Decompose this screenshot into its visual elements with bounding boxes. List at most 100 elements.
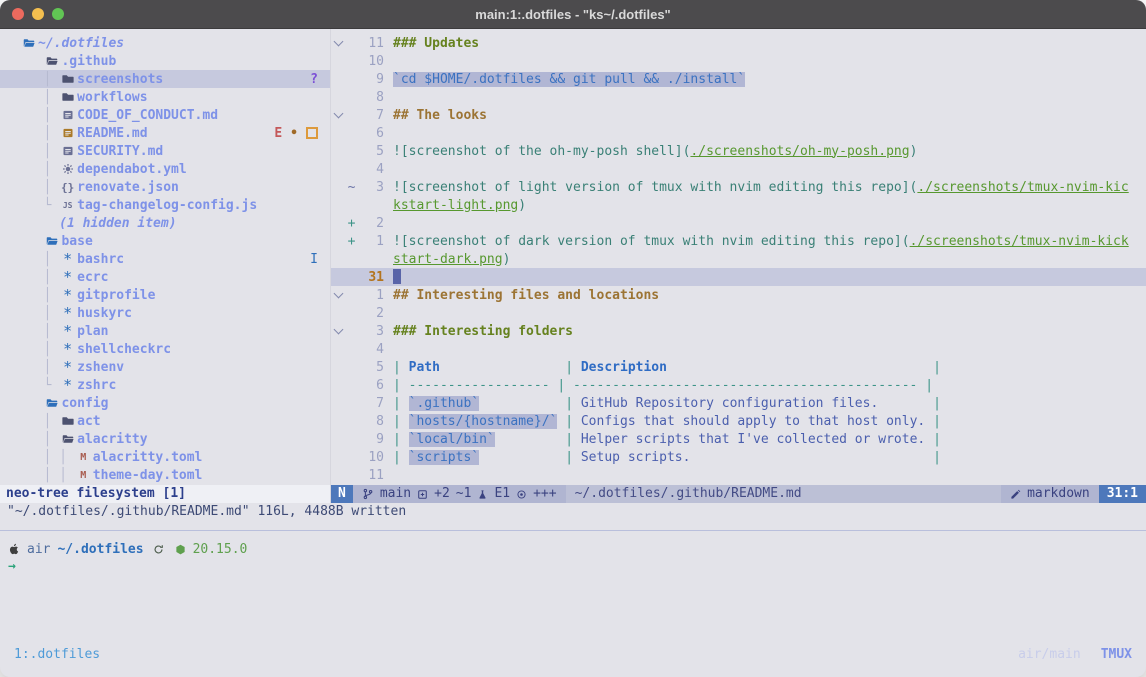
indent-guides: │: [20, 144, 59, 159]
tmux-window[interactable]: 1:.dotfiles: [14, 646, 100, 664]
tree-item-dependabot-yml[interactable]: │ dependabot.yml: [0, 160, 330, 178]
status-badge: •: [290, 126, 298, 141]
tree-item-label: (1 hidden item): [59, 216, 176, 231]
folder-open-icon: [43, 55, 60, 67]
folder-icon: [59, 73, 76, 85]
tree-item-readme-md[interactable]: │ README.mdE•: [0, 124, 330, 142]
diff-added: +2: [434, 485, 450, 503]
editor-line[interactable]: 3### Interesting folders: [331, 322, 1146, 340]
line-text: | `hosts/{hostname}/` | Configs that sho…: [384, 414, 1146, 429]
editor-line[interactable]: 9| `local/bin` | Helper scripts that I'v…: [331, 430, 1146, 448]
editor-line[interactable]: 1## Interesting files and locations: [331, 286, 1146, 304]
editor-line[interactable]: kstart-light.png): [331, 196, 1146, 214]
editor-line[interactable]: 8: [331, 88, 1146, 106]
folder-icon: [59, 415, 76, 427]
line-text: ### Interesting folders: [384, 324, 1146, 339]
tree-item-renovate-json[interactable]: │ {}renovate.json: [0, 178, 330, 196]
editor-line[interactable]: +2: [331, 214, 1146, 232]
tmux-statusbar: 1:.dotfiles air/main TMUX: [0, 646, 1146, 664]
cursor: [393, 269, 401, 284]
tree-item-screenshots[interactable]: │ screenshots?: [0, 70, 330, 88]
terminal-input-line[interactable]: →: [8, 558, 1146, 576]
tree-item-label: base: [61, 234, 92, 249]
folder-open-icon: [59, 433, 76, 445]
command-line-message: "~/.dotfiles/.github/README.md" 116L, 44…: [0, 503, 1146, 521]
filetype-label: markdown: [1027, 485, 1090, 503]
js-icon: JS: [59, 201, 76, 210]
terminal-window: main:1:.dotfiles - "ks~/.dotfiles" ~/.do…: [0, 0, 1146, 677]
tree-item-shellcheckrc[interactable]: │ *shellcheckrc: [0, 340, 330, 358]
tree-item-security-md[interactable]: │ SECURITY.md: [0, 142, 330, 160]
editor-line[interactable]: 2: [331, 304, 1146, 322]
editor-line[interactable]: 8| `hosts/{hostname}/` | Configs that sh…: [331, 412, 1146, 430]
line-number: 10: [358, 450, 384, 465]
editor-line[interactable]: 5| Path | Description |: [331, 358, 1146, 376]
editor-line[interactable]: 10: [331, 52, 1146, 70]
tree-item-gitprofile[interactable]: │ *gitprofile: [0, 286, 330, 304]
tree-item-code-of-conduct-md[interactable]: │ CODE_OF_CONDUCT.md: [0, 106, 330, 124]
line-number: 11: [358, 36, 384, 51]
indent-guides: │: [20, 270, 59, 285]
tmux-session: air/main: [1018, 646, 1081, 664]
node-version: 20.15.0: [193, 542, 248, 557]
editor-line[interactable]: 6| ------------------ | ----------------…: [331, 376, 1146, 394]
editor-line[interactable]: 31: [331, 268, 1146, 286]
tree-item-ecrc[interactable]: │ *ecrc: [0, 268, 330, 286]
tree-item-dotfiles[interactable]: ~/.dotfiles: [0, 34, 330, 52]
editor-line[interactable]: 6: [331, 124, 1146, 142]
git-branch-icon: [362, 488, 374, 500]
tree-item-alacritty[interactable]: │ alacritty: [0, 430, 330, 448]
tree-item-zshenv[interactable]: │ *zshenv: [0, 358, 330, 376]
line-number: 3: [358, 324, 384, 339]
tree-item-plan[interactable]: │ *plan: [0, 322, 330, 340]
tmux-label: TMUX: [1101, 646, 1132, 664]
tree-item-base[interactable]: base: [0, 232, 330, 250]
shell-pane[interactable]: air ~/.dotfiles 20.15.0 →: [0, 521, 1146, 646]
tree-item-config[interactable]: config: [0, 394, 330, 412]
editor-line[interactable]: 9`cd $HOME/.dotfiles && git pull && ./in…: [331, 70, 1146, 88]
tree-item-zshrc[interactable]: └ *zshrc: [0, 376, 330, 394]
editor-line[interactable]: 4: [331, 160, 1146, 178]
line-text: | `scripts` | Setup scripts. |: [384, 450, 1146, 465]
indent-guides: │: [20, 342, 59, 357]
tree-item-label: renovate.json: [77, 180, 179, 195]
tree-item-tag-changelog-config-js[interactable]: └ JStag-changelog-config.js: [0, 196, 330, 214]
indent-guides: [20, 54, 43, 69]
minimize-button[interactable]: [32, 8, 44, 20]
editor-line[interactable]: start-dark.png): [331, 250, 1146, 268]
line-text: ## The looks: [384, 108, 1146, 123]
tree-item-github[interactable]: .github: [0, 52, 330, 70]
maximize-button[interactable]: [52, 8, 64, 20]
git-sign: +: [345, 234, 358, 249]
editor-line[interactable]: 11: [331, 466, 1146, 484]
flask-icon: [477, 489, 488, 500]
tree-item-huskyrc[interactable]: │ *huskyrc: [0, 304, 330, 322]
tree-item-alacritty-toml[interactable]: │ │ Malacritty.toml: [0, 448, 330, 466]
tree-item-theme-day-toml[interactable]: │ │ Mtheme-day.toml: [0, 466, 330, 484]
indent-guides: [20, 234, 43, 249]
line-number: 9: [358, 432, 384, 447]
editor-line[interactable]: 11### Updates: [331, 34, 1146, 52]
editor-line[interactable]: 10| `scripts` | Setup scripts. |: [331, 448, 1146, 466]
indent-guides: │: [20, 126, 59, 141]
tree-item-bashrc[interactable]: │ *bashrcI: [0, 250, 330, 268]
editor-line[interactable]: 7| `.github` | GitHub Repository configu…: [331, 394, 1146, 412]
fold-chevron-icon[interactable]: [331, 41, 345, 45]
fold-chevron-icon[interactable]: [331, 113, 345, 117]
editor-line[interactable]: +1![screenshot of dark version of tmux w…: [331, 232, 1146, 250]
line-number: 6: [358, 378, 384, 393]
tree-item-workflows[interactable]: │ workflows: [0, 88, 330, 106]
editor-line[interactable]: ~3![screenshot of light version of tmux …: [331, 178, 1146, 196]
editor-line[interactable]: 7## The looks: [331, 106, 1146, 124]
indent-guides: │: [20, 360, 59, 375]
tree-item-1-hidden-item[interactable]: (1 hidden item): [0, 214, 330, 232]
fold-chevron-icon[interactable]: [331, 293, 345, 297]
editor-line[interactable]: 5![screenshot of the oh-my-posh shell](.…: [331, 142, 1146, 160]
fold-chevron-icon[interactable]: [331, 329, 345, 333]
tree-item-act[interactable]: │ act: [0, 412, 330, 430]
statusline-left-group: main +2 ~1 E1 +++: [353, 485, 566, 503]
apple-icon: [8, 543, 20, 555]
folder-open-icon: [20, 37, 37, 49]
editor-line[interactable]: 4: [331, 340, 1146, 358]
close-button[interactable]: [12, 8, 24, 20]
